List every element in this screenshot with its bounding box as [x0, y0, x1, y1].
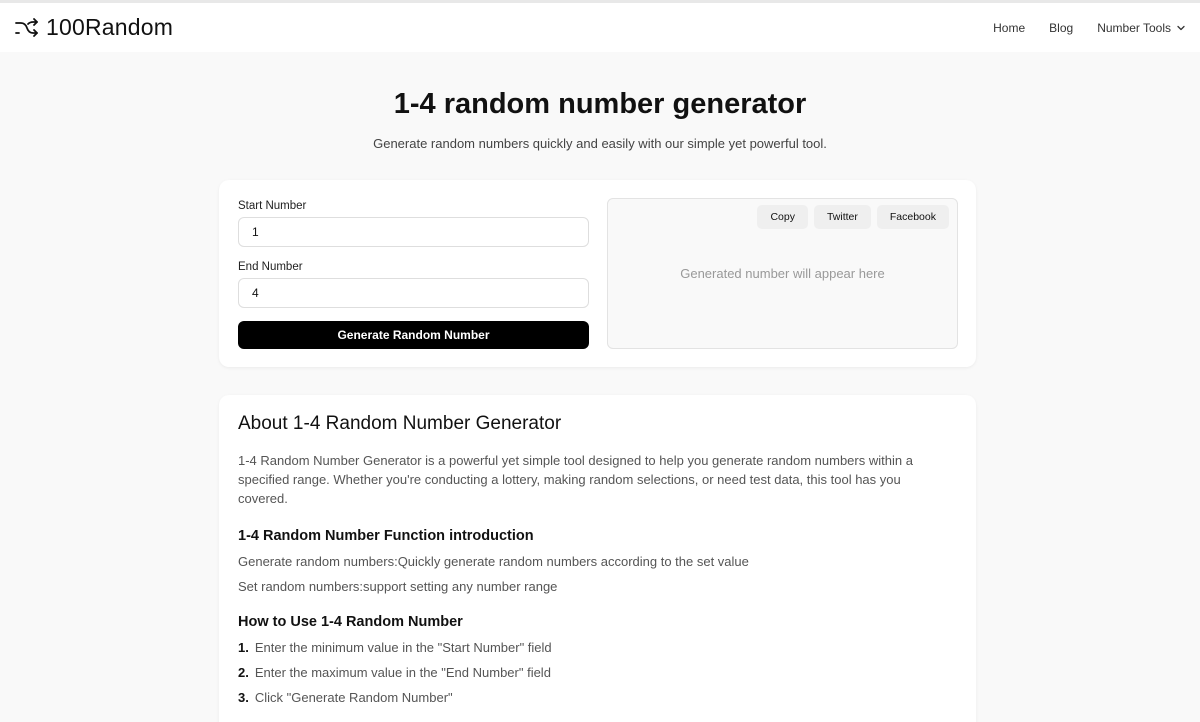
howto-steps: 1. Enter the minimum value in the "Start…	[238, 640, 957, 705]
step-text: Enter the minimum value in the "Start Nu…	[254, 640, 552, 655]
copy-button[interactable]: Copy	[757, 205, 808, 229]
chevron-down-icon	[1177, 25, 1185, 30]
main-nav: Home Blog Number Tools	[993, 21, 1186, 35]
brand-logo[interactable]: 100Random	[14, 14, 173, 41]
about-card: About 1-4 Random Number Generator 1-4 Ra…	[219, 395, 976, 722]
result-panel: Copy Twitter Facebook Generated number w…	[607, 198, 958, 349]
share-actions: Copy Twitter Facebook	[757, 205, 949, 229]
functions-heading: 1-4 Random Number Function introduction	[238, 528, 534, 544]
page-title: 1-4 random number generator	[393, 88, 807, 120]
start-number-input[interactable]	[238, 217, 589, 247]
nav-number-tools-dropdown[interactable]: Number Tools	[1097, 21, 1186, 35]
howto-heading: How to Use 1-4 Random Number	[238, 614, 463, 630]
result-placeholder: Generated number will appear here	[680, 266, 885, 281]
page-subtitle: Generate random numbers quickly and easi…	[373, 136, 827, 151]
step-number: 2.	[238, 665, 249, 680]
generator-card: Start Number End Number Generate Random …	[219, 180, 976, 367]
step-item: 2. Enter the maximum value in the "End N…	[238, 665, 957, 680]
site-header: 100Random Home Blog Number Tools	[0, 3, 1200, 52]
step-text: Enter the maximum value in the "End Numb…	[254, 665, 551, 680]
nav-number-tools-label: Number Tools	[1097, 20, 1171, 35]
end-number-label: End Number	[238, 261, 303, 273]
step-item: 1. Enter the minimum value in the "Start…	[238, 640, 957, 655]
nav-blog-link[interactable]: Blog	[1049, 21, 1073, 35]
step-text: Click "Generate Random Number"	[254, 690, 453, 705]
generate-button[interactable]: Generate Random Number	[238, 321, 589, 349]
end-number-input[interactable]	[238, 278, 589, 308]
nav-home-link[interactable]: Home	[993, 21, 1025, 35]
shuffle-icon	[15, 17, 38, 37]
brand-name: 100Random	[46, 14, 174, 40]
start-number-label: Start Number	[238, 200, 307, 212]
step-item: 3. Click "Generate Random Number"	[238, 690, 957, 705]
twitter-share-button[interactable]: Twitter	[813, 205, 871, 229]
feature-item: Set random numbers:support setting any n…	[238, 579, 558, 594]
step-number: 1.	[238, 640, 249, 655]
about-description: 1-4 Random Number Generator is a powerfu…	[238, 453, 913, 506]
step-number: 3.	[238, 690, 249, 705]
facebook-share-button[interactable]: Facebook	[876, 205, 949, 229]
about-title: About 1-4 Random Number Generator	[238, 413, 562, 434]
feature-item: Generate random numbers:Quickly generate…	[238, 554, 749, 569]
